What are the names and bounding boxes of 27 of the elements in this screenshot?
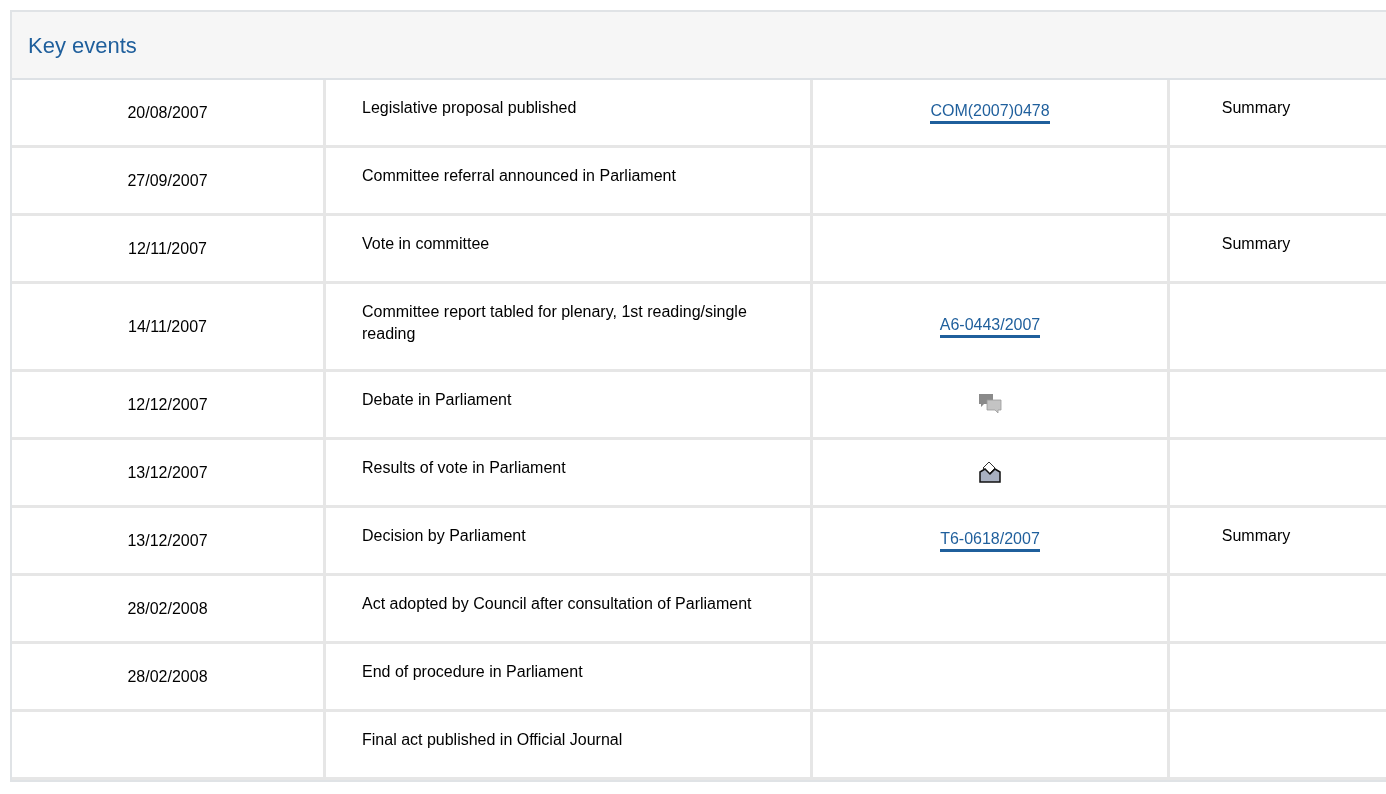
ballot-box-icon[interactable] (979, 460, 1001, 485)
event-cell: Debate in Parliament (362, 391, 512, 408)
date-cell-text: 14/11/2007 (128, 316, 207, 337)
event-cell: Act adopted by Council after consultation of Parliament (362, 595, 752, 612)
event-cell: Results of vote in Parliament (362, 459, 566, 476)
event-cell: Committee report tabled for plenary, 1st reading/single reading (362, 303, 747, 342)
event-cell: Committee referral announced in Parliament (362, 167, 676, 184)
document-link[interactable]: T6-0618/2007 (940, 529, 1040, 552)
summary-text[interactable]: Summary (1221, 525, 1291, 573)
panel-title: Key events (28, 31, 137, 60)
document-link[interactable]: COM(2007)0478 (930, 101, 1050, 124)
event-cell: Legislative proposal published (362, 99, 577, 116)
date-cell-text: 28/02/2008 (127, 666, 208, 687)
date-cell-text: 12/11/2007 (128, 238, 207, 259)
date-cell-text: 28/02/2008 (127, 598, 208, 619)
summary-text[interactable]: Summary (1221, 233, 1291, 281)
event-cell: Final act published in Official Journal (362, 731, 623, 748)
date-cell-text: 12/12/2007 (127, 394, 208, 415)
event-cell: End of procedure in Parliament (362, 663, 583, 680)
date-cell-text: 20/08/2007 (127, 102, 208, 123)
summary-text[interactable]: Summary (1221, 97, 1291, 145)
date-cell-text: 27/09/2007 (127, 170, 208, 191)
event-cell: Vote in committee (362, 235, 490, 252)
date-cell-text: 13/12/2007 (127, 530, 208, 551)
event-cell: Decision by Parliament (362, 527, 526, 544)
date-cell-text: 13/12/2007 (127, 462, 208, 483)
document-link[interactable]: A6-0443/2007 (939, 315, 1041, 338)
